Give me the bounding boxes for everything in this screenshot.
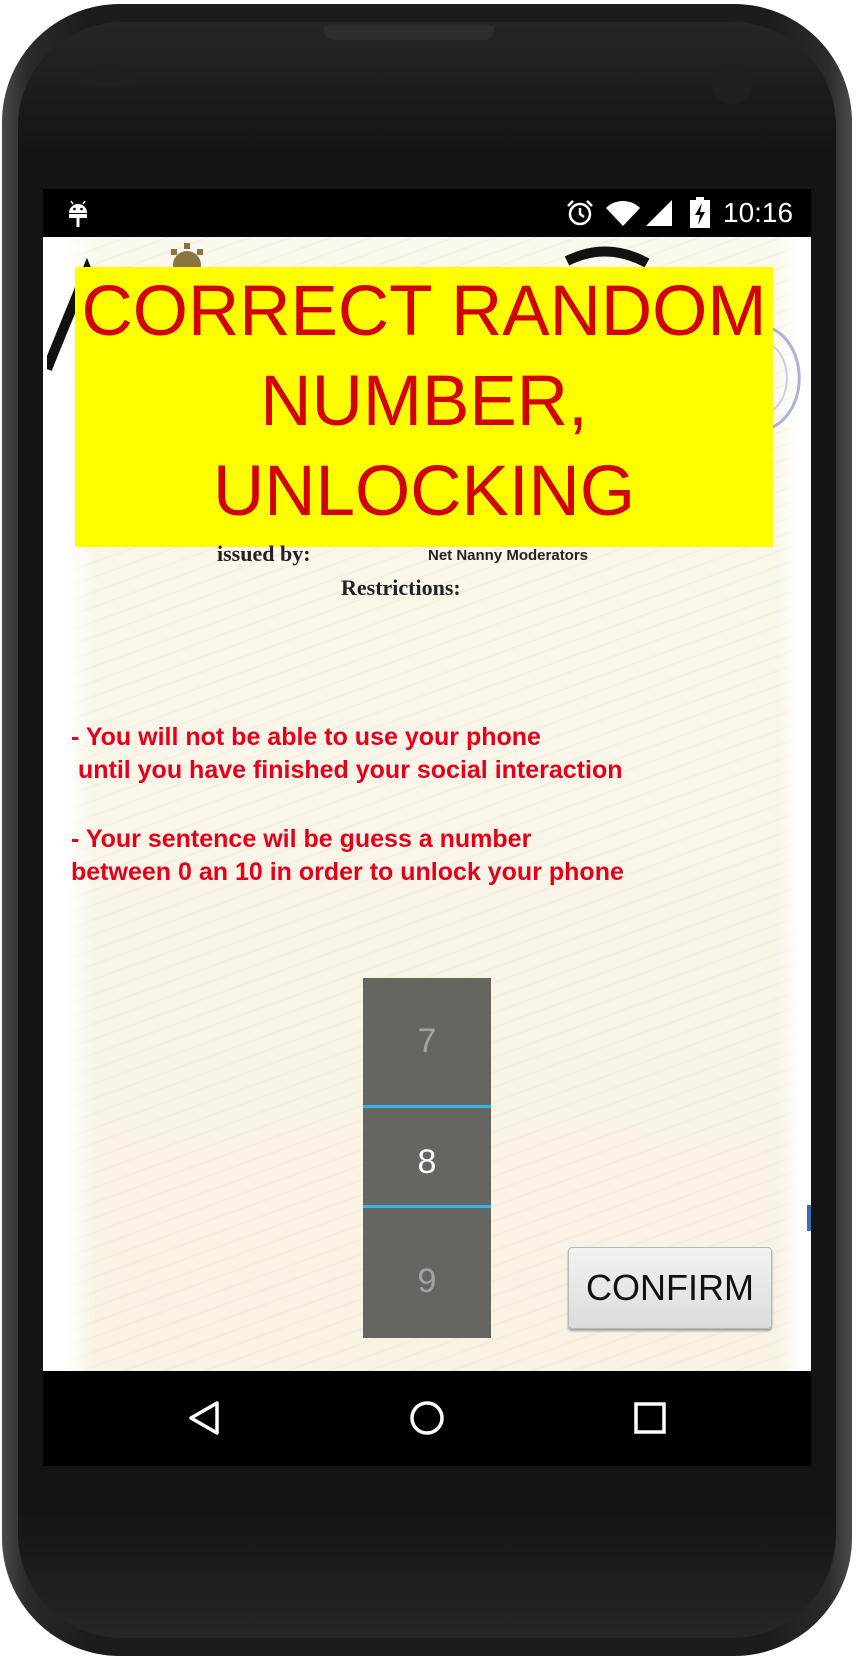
device-screen: 10:16 CORRECT RANDOM NUMBER, UNLOCKING i…	[43, 189, 811, 1466]
banner-line-1: CORRECT RANDOM	[81, 272, 767, 351]
proximity-sensor	[86, 66, 130, 86]
rule-2-line-1: - Your sentence wil be guess a number	[71, 825, 532, 853]
restriction-rule-2: - Your sentence wil be guess a number be…	[71, 823, 624, 889]
number-picker[interactable]: 7 8 9	[363, 978, 491, 1338]
battery-charging-icon	[690, 197, 710, 228]
issued-by-label: issued by:	[217, 541, 311, 566]
home-icon[interactable]	[407, 1398, 447, 1438]
certificate-app-screen: CORRECT RANDOM NUMBER, UNLOCKING issued …	[43, 237, 811, 1371]
cell-signal-icon	[646, 200, 672, 226]
picker-selected-value[interactable]: 8	[363, 1143, 491, 1182]
picker-divider-top	[363, 1105, 491, 1108]
confirm-button[interactable]: CONFIRM	[568, 1247, 772, 1329]
banner-line-3: UNLOCKING	[212, 452, 636, 531]
rule-2-line-2: between 0 an 10 in order to unlock your …	[71, 858, 624, 886]
front-camera	[712, 64, 752, 104]
picker-divider-bottom	[363, 1205, 491, 1208]
android-debug-icon	[69, 200, 87, 227]
restriction-rule-1: - You will not be able to use your phone…	[71, 721, 623, 787]
unlock-status-banner: CORRECT RANDOM NUMBER, UNLOCKING	[75, 267, 773, 547]
scroll-edge-indicator	[807, 1205, 811, 1231]
status-bar: 10:16	[43, 189, 811, 237]
rule-1-line-2: until you have finished your social inte…	[71, 756, 623, 784]
wifi-icon	[606, 200, 640, 226]
banner-line-2: NUMBER,	[260, 362, 588, 441]
issued-by-value: Net Nanny Moderators	[428, 547, 589, 564]
picker-next-value[interactable]: 9	[363, 1262, 491, 1301]
alarm-icon	[567, 200, 593, 226]
status-time: 10:16	[723, 197, 794, 228]
rule-1-line-1: - You will not be able to use your phone	[71, 723, 541, 751]
earpiece-speaker	[324, 26, 494, 40]
picker-previous-value[interactable]: 7	[363, 1022, 491, 1061]
recents-icon[interactable]	[633, 1401, 667, 1435]
navigation-bar	[43, 1371, 811, 1466]
restrictions-heading: Restrictions:	[341, 575, 461, 600]
back-icon[interactable]	[185, 1398, 225, 1438]
